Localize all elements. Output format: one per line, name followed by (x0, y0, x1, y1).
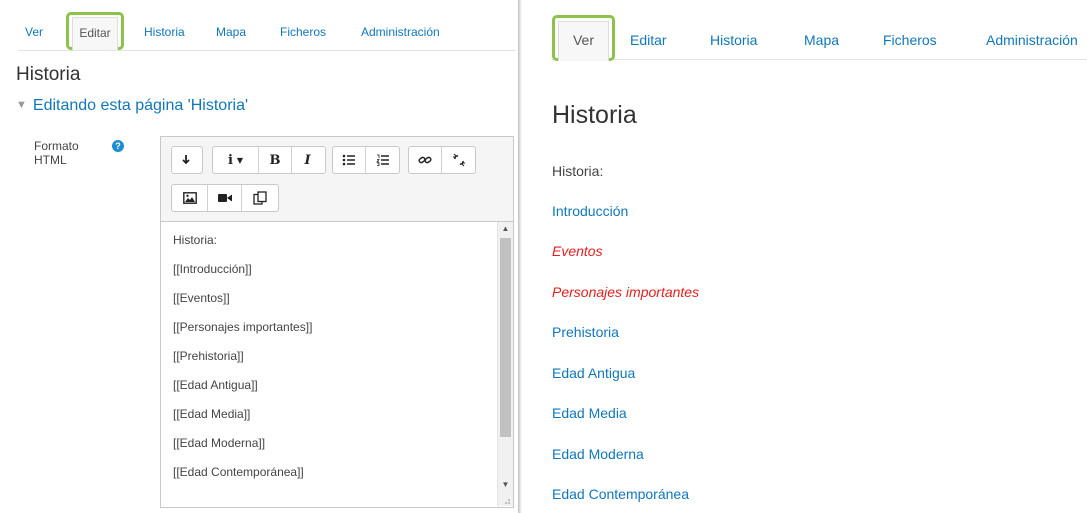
page-prefix-text: Historia: (552, 163, 604, 179)
page-title: Historia (16, 64, 81, 85)
video-icon[interactable] (208, 185, 242, 211)
bold-icon[interactable]: B (259, 147, 292, 173)
editor-line: [[Personajes importantes]] (173, 320, 313, 334)
editor-scrollbar[interactable]: ▲ ▼ (497, 222, 513, 506)
editor-line: [[Edad Moderna]] (173, 436, 266, 450)
toolbar-group-lists (332, 146, 400, 174)
info-dropdown-icon[interactable]: i ▼ (213, 147, 259, 173)
numbered-list-icon[interactable] (366, 147, 399, 173)
edit-view-panel: Ver Editar Historia Mapa Ficheros Admini… (0, 0, 518, 513)
editor-line: [[Edad Contemporánea]] (173, 465, 304, 479)
editor-line: [[Eventos]] (173, 291, 230, 305)
tab-ver-highlight: Ver (552, 15, 615, 61)
tab-administracion[interactable]: Administración (361, 25, 440, 39)
toolbar-group-collapse (171, 146, 203, 174)
tab-ver[interactable]: Ver (558, 21, 609, 61)
tab-editar-highlight: Editar (66, 12, 124, 50)
editor-line: [[Edad Antigua]] (173, 378, 258, 392)
tab-editar[interactable]: Editar (630, 32, 667, 48)
link-icon[interactable] (409, 147, 442, 173)
wiki-link-edad-media[interactable]: Edad Media (552, 405, 627, 421)
wiki-link-personajes-missing[interactable]: Personajes importantes (552, 284, 699, 300)
wiki-link-introduccion[interactable]: Introducción (552, 203, 628, 219)
section-toggle[interactable]: ▼ Editando esta página 'Historia' (16, 97, 248, 115)
resize-grip-icon[interactable] (501, 495, 511, 505)
unlink-icon[interactable] (442, 147, 475, 173)
tab-ficheros[interactable]: Ficheros (883, 32, 937, 48)
tab-ver[interactable]: Ver (25, 25, 43, 39)
tab-bar: Ver Editar Historia Mapa Ficheros Admini… (552, 15, 1087, 61)
editor-line: [[Introducción]] (173, 262, 252, 276)
scroll-thumb[interactable] (500, 238, 511, 437)
wiki-link-edad-moderna[interactable]: Edad Moderna (552, 446, 644, 462)
format-label: Formato HTML (34, 139, 79, 167)
view-panel: Ver Editar Historia Mapa Ficheros Admini… (522, 0, 1087, 513)
editor-line: [[Edad Media]] (173, 407, 251, 421)
wiki-link-edad-contemporanea[interactable]: Edad Contemporánea (552, 486, 689, 502)
tab-editar[interactable]: Editar (72, 17, 118, 50)
tab-historia[interactable]: Historia (710, 32, 757, 48)
scroll-up-icon[interactable]: ▲ (498, 222, 513, 236)
toolbar-group-format: i ▼ B I (212, 146, 326, 174)
toolbar-group-media (171, 184, 279, 212)
collapse-icon[interactable] (172, 147, 202, 173)
tab-historia[interactable]: Historia (144, 25, 185, 39)
editor-textarea[interactable]: Historia: [[Introducción]] [[Eventos]] [… (161, 222, 497, 507)
wiki-link-edad-antigua[interactable]: Edad Antigua (552, 365, 635, 381)
html-editor: i ▼ B I Historia: [[Introducción]] [[Eve… (160, 136, 514, 508)
editor-line: [[Prehistoria]] (173, 349, 244, 363)
wiki-link-eventos-missing[interactable]: Eventos (552, 243, 603, 259)
wiki-link-prehistoria[interactable]: Prehistoria (552, 324, 619, 340)
scroll-down-icon[interactable]: ▼ (498, 478, 513, 492)
editor-line: Historia: (173, 233, 218, 247)
section-title: Editando esta página 'Historia' (32, 97, 249, 114)
italic-icon[interactable]: I (292, 147, 323, 173)
editor-toolbar: i ▼ B I (161, 137, 513, 222)
image-icon[interactable] (172, 185, 208, 211)
tab-bar: Ver Editar Historia Mapa Ficheros Admini… (18, 12, 516, 51)
tab-ficheros[interactable]: Ficheros (280, 25, 326, 39)
toolbar-group-links (408, 146, 476, 174)
tab-mapa[interactable]: Mapa (804, 32, 839, 48)
tab-mapa[interactable]: Mapa (216, 25, 246, 39)
bullet-list-icon[interactable] (333, 147, 366, 173)
manage-files-icon[interactable] (242, 185, 278, 211)
page-title: Historia (552, 101, 637, 129)
tab-administracion[interactable]: Administración (986, 32, 1078, 48)
collapse-triangle-icon: ▼ (16, 99, 27, 111)
help-icon[interactable]: ? (112, 140, 124, 152)
